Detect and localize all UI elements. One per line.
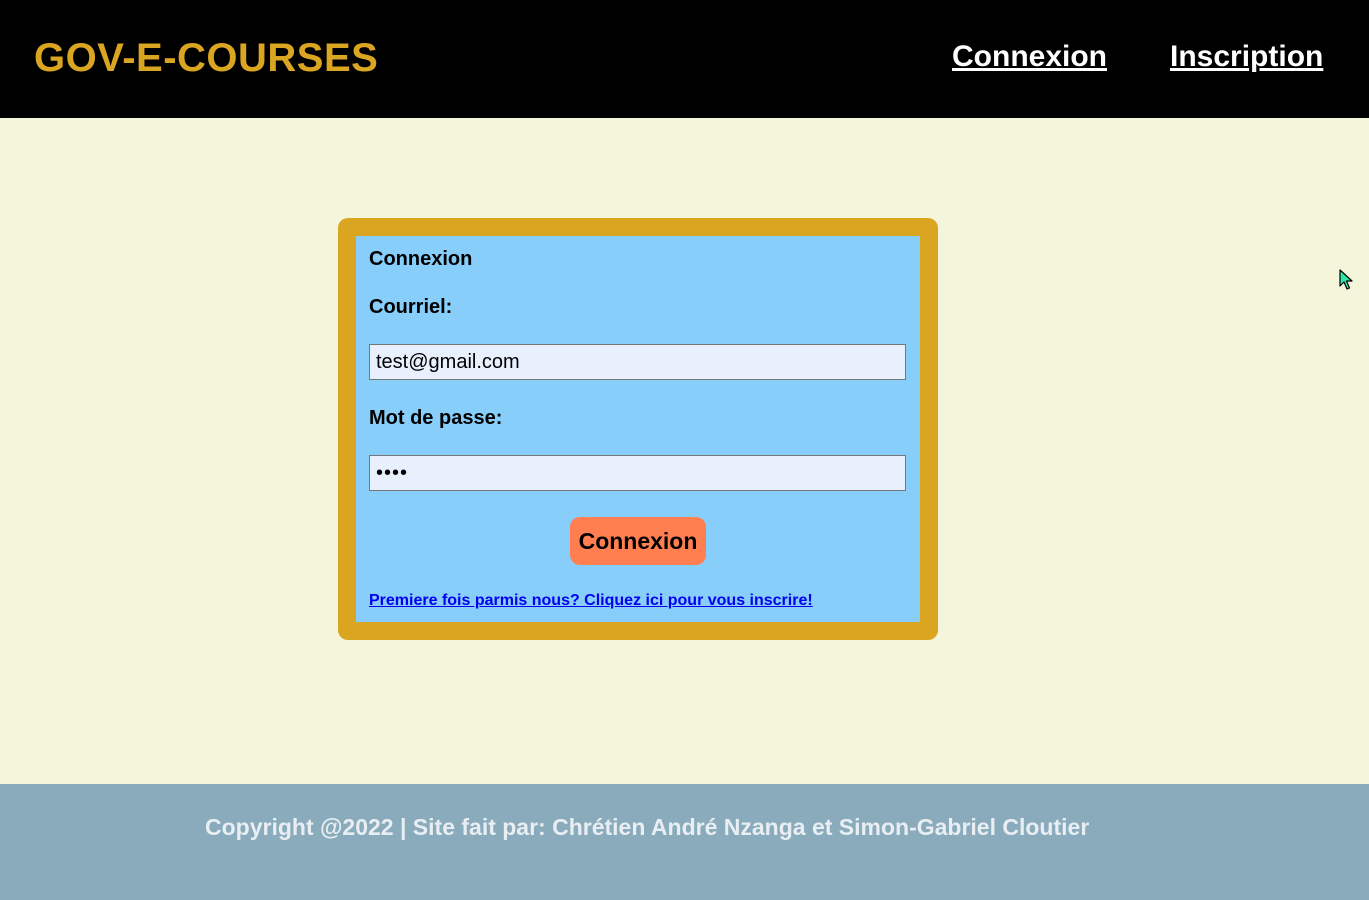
login-submit-button[interactable]: Connexion (570, 517, 706, 565)
login-card: Connexion Courriel: Mot de passe: Connex… (338, 218, 938, 640)
login-form: Connexion Courriel: Mot de passe: Connex… (356, 236, 920, 622)
site-header: GOV-E-COURSES Connexion Inscription (0, 0, 1369, 118)
nav-login-link[interactable]: Connexion (952, 40, 1107, 74)
nav-register-link[interactable]: Inscription (1170, 40, 1323, 74)
signup-link[interactable]: Premiere fois parmis nous? Cliquez ici p… (369, 592, 813, 610)
site-footer: Copyright @2022 | Site fait par: Chrétie… (0, 784, 1369, 900)
email-label: Courriel: (369, 296, 453, 318)
mouse-pointer-icon (1339, 269, 1353, 290)
password-field[interactable] (369, 455, 906, 491)
password-label: Mot de passe: (369, 407, 503, 429)
footer-copyright: Copyright @2022 | Site fait par: Chrétie… (205, 814, 1090, 840)
form-title: Connexion (369, 248, 473, 270)
site-logo[interactable]: GOV-E-COURSES (34, 36, 378, 81)
email-field[interactable] (369, 344, 906, 380)
